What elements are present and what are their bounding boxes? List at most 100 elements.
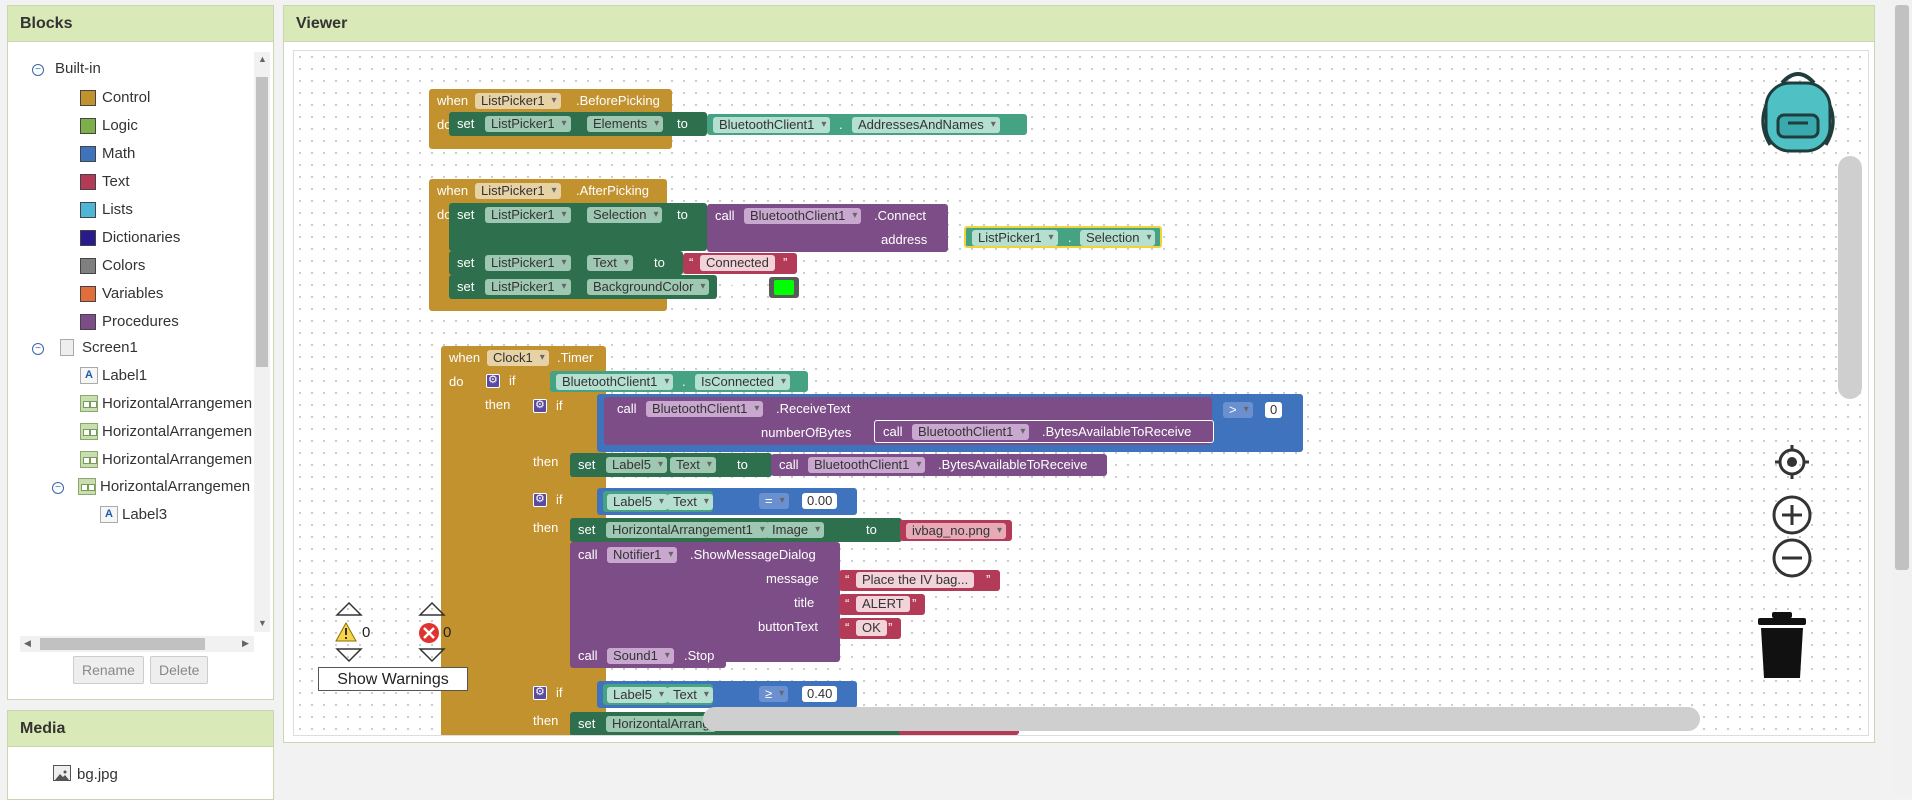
call-method-block[interactable]: call BluetoothClient1 .BytesAvailableToR… (771, 454, 1107, 476)
component-dropdown[interactable]: BluetoothClient1 (912, 424, 1030, 440)
operator-dropdown[interactable]: > (1223, 402, 1253, 418)
mutator-gear-icon[interactable] (533, 492, 547, 507)
errors-next-icon[interactable] (418, 647, 446, 663)
call-method-block[interactable]: call BluetoothClient1 .BytesAvailableToR… (874, 420, 1214, 443)
mutator-gear-icon[interactable] (533, 398, 547, 413)
component-dropdown[interactable]: ListPicker1 (485, 255, 571, 271)
errors-prev-icon[interactable] (418, 601, 446, 617)
property-dropdown[interactable]: Image (766, 522, 825, 538)
property-dropdown[interactable]: Text (670, 457, 716, 473)
component-dropdown[interactable]: BluetoothClient1 (744, 208, 862, 224)
component-dropdown[interactable]: HorizontalArrangement1 (606, 522, 769, 538)
set-block[interactable]: set HorizontalArrangement1 Image to (570, 518, 902, 542)
zoom-in-icon[interactable] (1772, 495, 1812, 535)
component-getter-block[interactable]: ListPicker1 . Selection (964, 226, 1162, 248)
recenter-icon[interactable] (1773, 443, 1811, 481)
warnings-next-icon[interactable] (335, 647, 363, 663)
delete-button[interactable]: Delete (150, 656, 209, 684)
collapse-arrangement-icon[interactable]: − (52, 482, 64, 494)
property-dropdown[interactable]: BackgroundColor (587, 279, 710, 295)
trash-icon[interactable] (1755, 610, 1809, 680)
component-getter-block[interactable]: Label5 Text (603, 684, 713, 705)
text-string-block[interactable]: “ Connected ” (683, 253, 797, 274)
text-string-block[interactable]: “ ALERT ” (839, 594, 925, 615)
property-dropdown[interactable]: AddressesAndNames (852, 117, 1000, 133)
property-dropdown[interactable]: Selection (1080, 230, 1156, 246)
tree-horizontal-scrollbar[interactable]: ◀ ▶ (20, 636, 254, 652)
show-warnings-button[interactable]: Show Warnings (318, 667, 468, 691)
backpack-icon[interactable] (1752, 65, 1844, 155)
component-dropdown[interactable]: ListPicker1 (972, 230, 1058, 246)
component-dropdown[interactable]: ListPicker1 (485, 116, 571, 132)
collapse-builtin-icon[interactable]: − (32, 64, 44, 76)
component-dropdown[interactable]: BluetoothClient1 (808, 457, 926, 473)
component-dropdown[interactable]: Sound1 (607, 648, 674, 664)
operator-dropdown[interactable]: ≥ (759, 686, 789, 702)
string-dropdown[interactable]: ivbag_no.png (906, 523, 1007, 539)
number-value[interactable]: 0.00 (802, 493, 838, 509)
text-string-block[interactable]: ivbag_no.png (900, 520, 1012, 541)
component-getter-block[interactable]: BluetoothClient1 . IsConnected (550, 371, 808, 392)
mutator-gear-icon[interactable] (486, 373, 500, 388)
component-dropdown[interactable]: ListPicker1 (475, 183, 561, 199)
mutator-gear-icon[interactable] (533, 685, 547, 700)
operator-dropdown[interactable]: = (759, 493, 789, 509)
set-block[interactable]: set ListPicker1 Text to (449, 251, 683, 275)
scroll-down-icon[interactable]: ▼ (258, 618, 267, 628)
string-value[interactable]: ALERT (856, 596, 910, 612)
component-dropdown[interactable]: ListPicker1 (485, 279, 571, 295)
set-block[interactable]: set ListPicker1 Elements to (449, 112, 707, 136)
component-dropdown[interactable]: Notifier1 (607, 547, 678, 563)
workspace-horizontal-scrollbar[interactable] (703, 707, 1700, 731)
property-dropdown[interactable]: Text (587, 255, 633, 271)
component-dropdown[interactable]: ListPicker1 (475, 93, 561, 109)
builtin-label[interactable]: Built-in (55, 57, 101, 81)
property-dropdown[interactable]: IsConnected (695, 374, 790, 390)
rename-button[interactable]: Rename (73, 656, 144, 684)
component-getter-block[interactable]: BluetoothClient1 . AddressesAndNames (707, 114, 1027, 135)
if-block[interactable]: if then (524, 488, 574, 678)
property-dropdown[interactable]: Text (667, 494, 713, 510)
property-dropdown[interactable]: Text (667, 687, 713, 703)
component-dropdown[interactable]: Label5 (606, 457, 668, 473)
component-dropdown[interactable]: Label5 (607, 687, 669, 703)
if-block[interactable]: if then (524, 681, 574, 735)
component-dropdown[interactable]: BluetoothClient1 (646, 401, 764, 417)
tree-vertical-scrollbar[interactable]: ▲ ▼ (254, 52, 270, 632)
component-dropdown[interactable]: BluetoothClient1 (556, 374, 674, 390)
component-dropdown[interactable]: BluetoothClient1 (713, 117, 831, 133)
string-value[interactable]: OK (856, 620, 887, 636)
number-value[interactable]: 0 (1265, 402, 1283, 418)
string-value[interactable]: Place the IV bag... (856, 572, 975, 588)
zoom-out-icon[interactable] (1772, 538, 1812, 578)
component-dropdown[interactable]: ListPicker1 (485, 207, 571, 223)
scroll-up-icon[interactable]: ▲ (258, 54, 267, 64)
scroll-thumb[interactable] (1895, 5, 1909, 570)
page-vertical-scrollbar[interactable] (1892, 0, 1912, 795)
color-swatch[interactable] (774, 280, 794, 295)
set-block[interactable]: set ListPicker1 Selection to (449, 203, 707, 251)
set-block[interactable]: set Label5 Text to (570, 453, 772, 477)
warnings-prev-icon[interactable] (335, 601, 363, 617)
component-dropdown[interactable]: Clock1 (487, 350, 549, 366)
string-value[interactable]: Connected (700, 255, 775, 271)
set-block[interactable]: set ListPicker1 BackgroundColor to (449, 275, 735, 299)
text-string-block[interactable]: “ Place the IV bag... ” (839, 570, 1000, 591)
workspace-vertical-scrollbar[interactable] (1838, 156, 1862, 399)
property-dropdown[interactable]: Selection (587, 207, 663, 223)
component-getter-block[interactable]: Label5 Text (603, 491, 713, 512)
scroll-thumb[interactable] (40, 638, 205, 650)
property-dropdown[interactable]: Elements (587, 116, 664, 132)
color-block[interactable] (769, 277, 799, 298)
scroll-right-icon[interactable]: ▶ (242, 638, 249, 649)
component-dropdown[interactable]: Label5 (607, 494, 669, 510)
scroll-left-icon[interactable]: ◀ (24, 638, 31, 649)
text-string-block[interactable]: “ OK ” (839, 618, 901, 639)
component-dropdown[interactable]: HorizontalArrang (606, 716, 716, 732)
blocks-workspace[interactable]: when ListPicker1 .BeforePicking do set L… (293, 50, 1869, 736)
number-value[interactable]: 0.40 (802, 686, 838, 702)
collapse-screen1-icon[interactable]: − (32, 343, 44, 355)
call-method-block[interactable]: call BluetoothClient1 .Connect address (707, 204, 948, 252)
scroll-thumb[interactable] (256, 77, 268, 367)
compare-block[interactable]: Label5 Text = 0.00 (597, 488, 857, 515)
